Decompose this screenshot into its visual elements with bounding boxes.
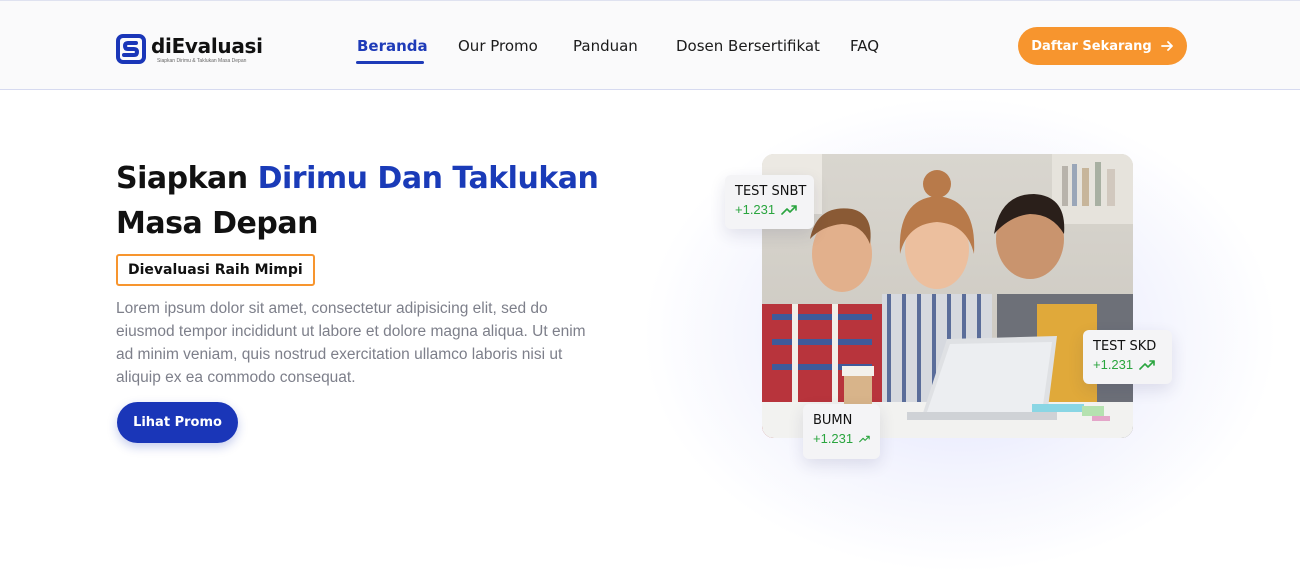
navbar: diEvaluasi Siapkan Dirimu & Taklukan Mas… <box>0 0 1300 90</box>
hero-title-part1: Siapkan <box>116 161 258 196</box>
stat-value: +1.231 <box>735 200 804 220</box>
stat-number: +1.231 <box>813 431 854 446</box>
hero-description: Lorem ipsum dolor sit amet, consectetur … <box>116 300 586 386</box>
view-promo-button[interactable]: Lihat Promo <box>117 402 238 443</box>
hero-title-part2: Masa Depan <box>116 206 318 241</box>
stat-card-skd: TEST SKD +1.231 <box>1083 330 1172 384</box>
nav-item-faq[interactable]: FAQ <box>850 37 879 55</box>
hero-title: Siapkan Dirimu Dan Taklukan Masa Depan <box>116 156 676 246</box>
register-button-label: Daftar Sekarang <box>1031 38 1152 54</box>
nav-item-panduan[interactable]: Panduan <box>573 37 638 55</box>
stat-card-bumn: BUMN +1.231 <box>803 404 880 459</box>
hero-badge: Dievaluasi Raih Mimpi <box>116 254 315 286</box>
register-button[interactable]: Daftar Sekarang <box>1018 27 1187 65</box>
stat-value: +1.231 <box>1093 355 1162 375</box>
stat-number: +1.231 <box>1093 357 1134 372</box>
stat-number: +1.231 <box>735 202 776 217</box>
stat-title: TEST SNBT <box>735 184 807 199</box>
nav-item-dosen-bersertifikat[interactable]: Dosen Bersertifikat <box>676 37 820 55</box>
stat-value: +1.231 <box>813 429 870 449</box>
nav-item-our-promo[interactable]: Our Promo <box>458 37 538 55</box>
trending-up-icon <box>859 435 870 443</box>
students-illustration <box>762 154 1133 438</box>
stat-title: BUMN <box>813 413 853 428</box>
hero-title-accent: Dirimu Dan Taklukan <box>257 161 599 196</box>
stat-card-snbt: TEST SNBT +1.231 <box>725 175 814 229</box>
hero-photo <box>762 154 1133 438</box>
trending-up-icon <box>781 205 797 215</box>
arrow-right-icon <box>1160 41 1173 51</box>
active-nav-indicator <box>356 61 424 64</box>
stat-title: TEST SKD <box>1093 339 1157 354</box>
nav-item-beranda[interactable]: Beranda <box>357 37 428 55</box>
trending-up-icon <box>1139 360 1155 370</box>
